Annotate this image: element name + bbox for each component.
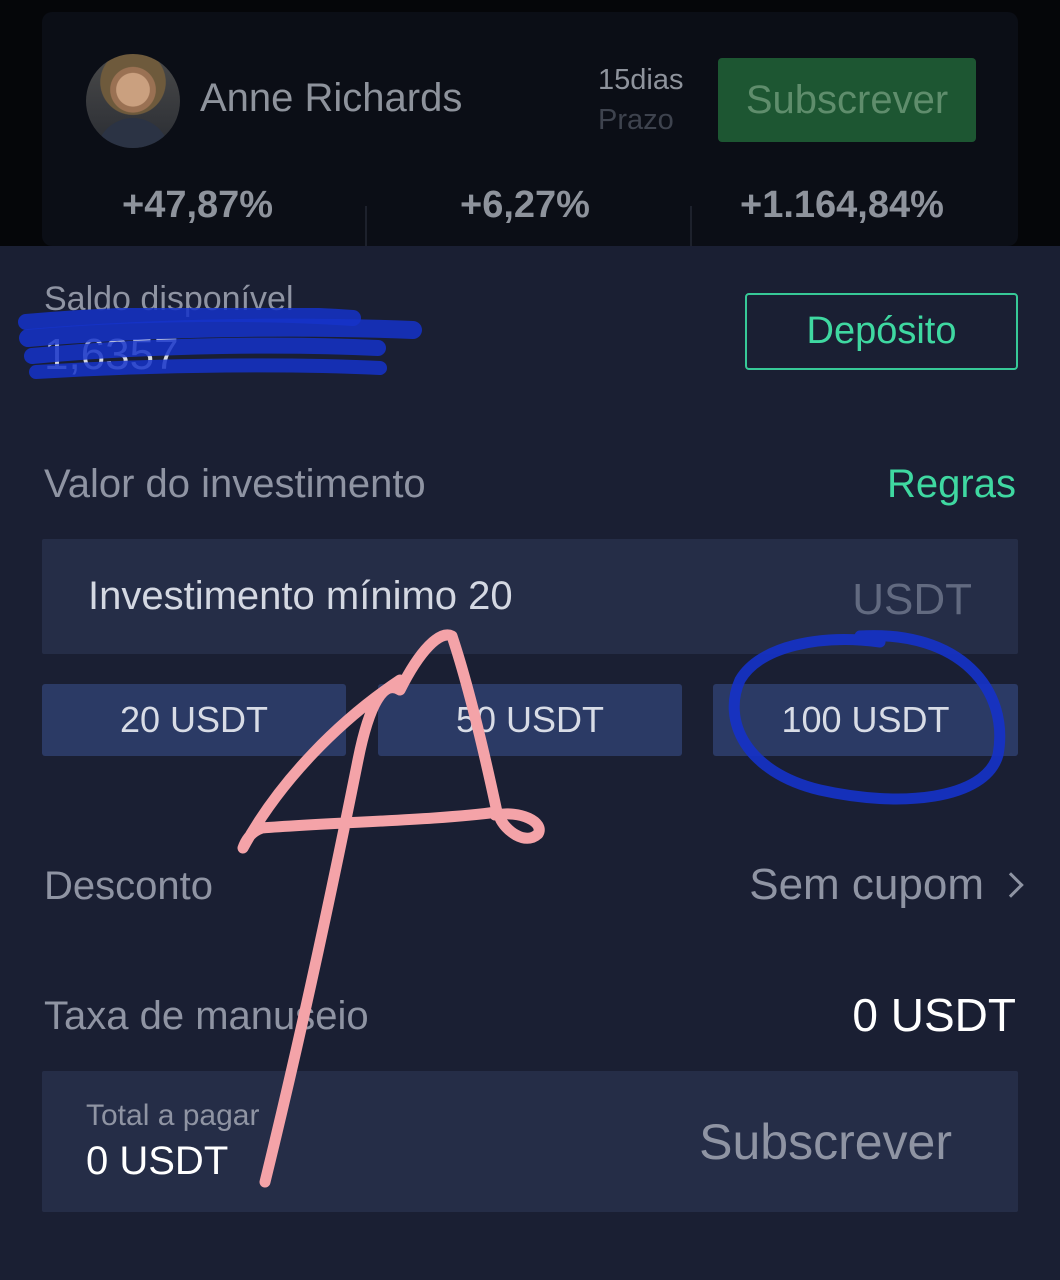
total-label: Total a pagar (86, 1099, 260, 1132)
quick-amount-100-button[interactable]: 100 USDT (713, 684, 1018, 756)
subscribe-button[interactable]: Subscrever (699, 1113, 952, 1171)
discount-label: Desconto (44, 864, 213, 908)
coupon-selector[interactable]: Sem cupom (749, 860, 1024, 910)
investment-amount-input[interactable] (42, 539, 842, 654)
stat-return-1: +47,87% (122, 184, 274, 226)
quick-amount-50-button[interactable]: 50 USDT (378, 684, 682, 756)
card-subscribe-button[interactable]: Subscrever (718, 58, 976, 142)
investment-label: Valor do investimento (44, 462, 426, 506)
payment-bar: Total a pagar 0 USDT Subscrever (42, 1071, 1018, 1212)
deposit-button[interactable]: Depósito (745, 293, 1018, 370)
amount-unit: USDT (852, 575, 972, 624)
balance-label: Saldo disponível (44, 280, 294, 318)
quick-amount-20-button[interactable]: 20 USDT (42, 684, 346, 756)
total-value: 0 USDT (86, 1139, 229, 1183)
trader-name: Anne Richards (200, 76, 463, 120)
stat-return-3: +1.164,84% (740, 184, 944, 226)
stat-divider (690, 206, 692, 246)
fee-value: 0 USDT (852, 989, 1016, 1041)
investment-amount-field[interactable]: USDT (42, 539, 1018, 654)
chevron-right-icon (998, 872, 1024, 898)
stat-divider (365, 206, 367, 246)
coupon-value: Sem cupom (749, 860, 984, 909)
stat-return-2: +6,27% (460, 184, 590, 226)
balance-value: 1,6357 (44, 330, 179, 379)
fee-label: Taxa de manuseio (44, 994, 369, 1038)
trader-avatar (86, 54, 180, 148)
term-label: Prazo (598, 104, 674, 136)
rules-link[interactable]: Regras (887, 462, 1016, 507)
term-value: 15dias (598, 64, 684, 96)
